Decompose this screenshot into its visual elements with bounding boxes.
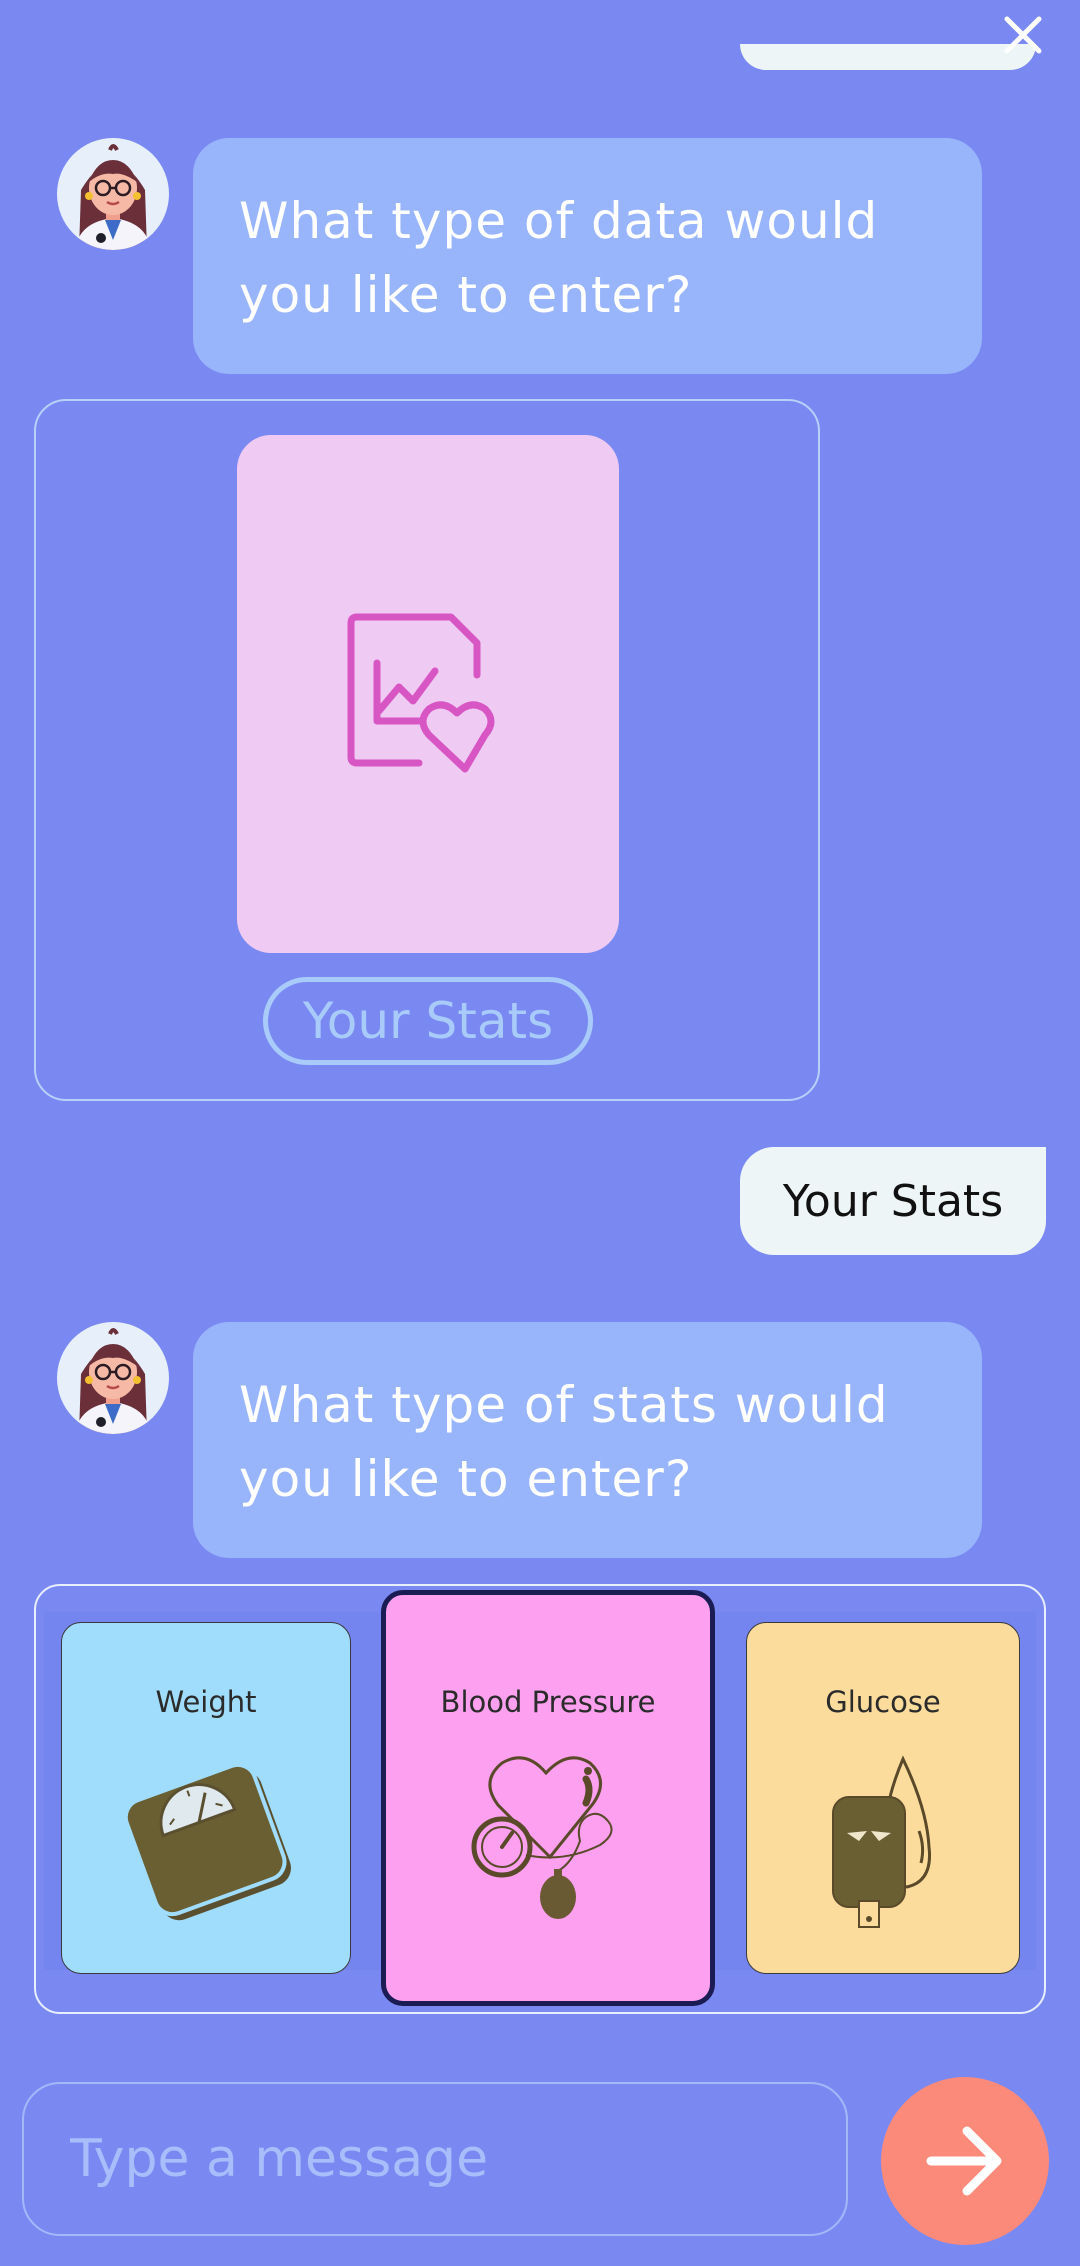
option-label: Weight [155,1685,257,1719]
option-card-glucose[interactable]: Glucose [746,1622,1020,1974]
close-button[interactable] [998,10,1048,60]
user-message-text: Your Stats [782,1175,1004,1227]
bot-message-text: What type of stats would you like to ent… [239,1376,889,1508]
your-stats-card[interactable] [237,435,619,953]
bot-message-bubble: What type of data would you like to ente… [193,138,982,374]
option-card-weight[interactable]: Weight [61,1622,351,1974]
message-input[interactable] [22,2082,848,2236]
scale-icon [123,1762,291,1921]
arrow-right-icon [926,2126,1002,2196]
chart-heart-document-icon [347,613,495,773]
user-message-bubble: Your Stats [740,1147,1046,1255]
bot-message-bubble: What type of stats would you like to ent… [193,1322,982,1558]
option-label: Glucose [825,1685,941,1719]
blood-pressure-heart-icon [471,1756,613,1919]
glucose-meter-icon [832,1755,932,1928]
bot-message-text: What type of data would you like to ente… [239,192,879,324]
option-label: Blood Pressure [440,1685,656,1719]
previous-message-fragment [740,44,1036,70]
send-button[interactable] [881,2077,1049,2245]
bot-avatar [57,1322,169,1434]
your-stats-button[interactable]: Your Stats [263,977,593,1065]
chat-screen: What type of data would you like to ente… [0,0,1080,2266]
option-card-blood-pressure[interactable]: Blood Pressure [381,1590,715,2006]
close-icon [1004,16,1042,54]
bot-avatar [57,138,169,250]
